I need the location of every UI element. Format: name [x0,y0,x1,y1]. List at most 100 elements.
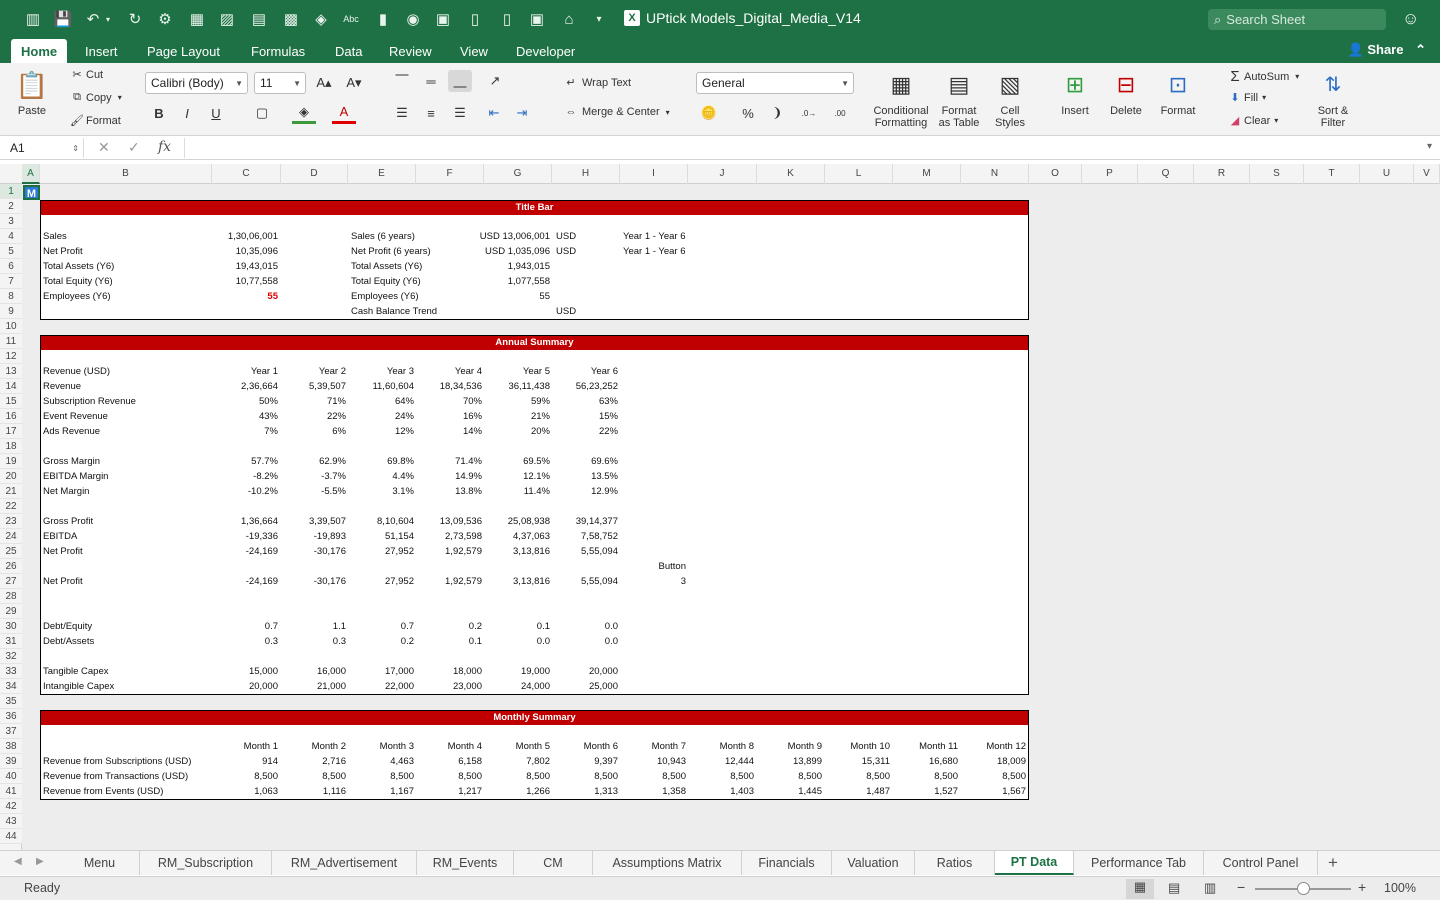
column-header-e[interactable]: E [348,164,416,184]
merge-center-button[interactable]: ⇔ Merge & Center ▾ [560,106,670,118]
column-header-j[interactable]: J [688,164,757,184]
fx-icon[interactable]: fx [158,139,171,155]
decrease-font-icon[interactable]: A▾ [342,72,366,94]
enter-icon[interactable]: ✓ [128,139,140,156]
customize-toolbar-icon[interactable]: ▾ [588,9,610,29]
row-header[interactable]: 39 [0,754,22,769]
home-icon[interactable]: ⌂ [558,9,580,29]
sidebar-toggle-icon[interactable]: ▥ [22,9,44,29]
zoom-slider-handle[interactable] [1297,882,1310,895]
row-header[interactable]: 27 [0,574,22,589]
row-header[interactable]: 37 [0,724,22,739]
scroll-left-icon[interactable]: ◀ [14,856,22,867]
number-format-select[interactable]: General ▼ [696,72,854,94]
feedback-smiley-icon[interactable]: ☺ [1402,9,1419,29]
row-header[interactable]: 36 [0,709,22,724]
font-size-select[interactable]: 11 ▼ [254,72,306,94]
formula-input[interactable] [184,138,1414,158]
increase-font-icon[interactable]: A▴ [312,72,336,94]
row-header[interactable]: 41 [0,784,22,799]
row-header[interactable]: 18 [0,439,22,454]
sheet-tab-assumptions-matrix[interactable]: Assumptions Matrix [593,851,742,875]
autosum-button[interactable]: Σ AutoSum ▾ [1226,68,1299,85]
align-center-icon[interactable]: ≡ [419,102,443,124]
column-header-r[interactable]: R [1194,164,1250,184]
zoom-out-icon[interactable]: − [1237,879,1245,895]
scroll-right-icon[interactable]: ▶ [36,856,44,867]
sheet-tab-financials[interactable]: Financials [742,851,832,875]
quick-access-icon-4[interactable]: ▩ [280,9,302,29]
row-header[interactable]: 26 [0,559,22,574]
fill-button[interactable]: ⬇ Fill ▾ [1226,91,1266,105]
row-header[interactable]: 9 [0,304,22,319]
decrease-indent-icon[interactable]: ⇤ [482,102,506,124]
sheet-tab-rm-advertisement[interactable]: RM_Advertisement [272,851,417,875]
zoom-level[interactable]: 100% [1384,881,1416,895]
row-header[interactable]: 24 [0,529,22,544]
row-header[interactable]: 28 [0,589,22,604]
align-bottom-icon[interactable]: ⎽ [448,70,472,92]
row-header[interactable]: 29 [0,604,22,619]
quick-access-icon-7[interactable]: ◉ [402,9,424,29]
expand-formula-icon[interactable]: ▾ [1427,141,1432,152]
page-layout-view-icon[interactable]: ▤ [1168,880,1180,896]
row-header[interactable]: 4 [0,229,22,244]
clear-button[interactable]: ◢ Clear ▾ [1226,114,1279,128]
tab-developer[interactable]: Developer [506,39,585,63]
sheet-tab-pt-data[interactable]: PT Data [995,851,1074,875]
zoom-in-icon[interactable]: + [1358,879,1366,895]
row-header[interactable]: 40 [0,769,22,784]
cut-button[interactable]: ✂ Cut [68,68,103,82]
column-header-m[interactable]: M [893,164,961,184]
undo-icon[interactable]: ↶ [82,9,104,29]
italic-icon[interactable]: I [175,102,199,124]
sheet-tab-performance-tab[interactable]: Performance Tab [1074,851,1204,875]
column-header-n[interactable]: N [961,164,1029,184]
orientation-icon[interactable]: ↗ [483,70,507,92]
save-icon[interactable]: 💾 [52,9,74,29]
row-header[interactable]: 32 [0,649,22,664]
row-header[interactable]: 14 [0,379,22,394]
align-right-icon[interactable]: ☰ [448,102,472,124]
row-header[interactable]: 15 [0,394,22,409]
quick-access-icon-11[interactable]: ▣ [526,9,548,29]
row-header[interactable]: 42 [0,799,22,814]
column-header-u[interactable]: U [1360,164,1414,184]
row-header[interactable]: 10 [0,319,22,334]
page-break-view-icon[interactable]: ▥ [1204,880,1216,896]
column-header-l[interactable]: L [825,164,893,184]
macro-icon[interactable]: ⚙ [154,9,176,29]
sheet-tab-menu[interactable]: Menu [60,851,140,875]
tab-home[interactable]: Home [11,39,68,63]
column-header-g[interactable]: G [484,164,552,184]
increase-decimal-icon[interactable]: .0→ [797,102,821,124]
redo-icon[interactable]: ↻ [124,9,146,29]
row-header[interactable]: 44 [0,829,22,844]
row-header[interactable]: 6 [0,259,22,274]
row-header[interactable]: 34 [0,679,22,694]
search-input[interactable]: ⌕ Search Sheet [1208,9,1386,30]
copy-button[interactable]: ⧉ Copy ▾ [68,91,122,104]
column-header-c[interactable]: C [212,164,281,184]
row-header[interactable]: 35 [0,694,22,709]
delete-cells-button[interactable]: ⊟ Delete [1103,69,1149,118]
row-header[interactable]: 25 [0,544,22,559]
quick-access-icon-10[interactable]: ▯ [496,9,518,29]
percent-icon[interactable]: % [736,102,760,124]
column-header-s[interactable]: S [1250,164,1304,184]
sheet-tab-valuation[interactable]: Valuation [832,851,915,875]
add-sheet-icon[interactable]: + [1328,853,1338,873]
column-header-p[interactable]: P [1082,164,1138,184]
font-name-select[interactable]: Calibri (Body) ▼ [145,72,248,94]
sheet-tab-ratios[interactable]: Ratios [915,851,995,875]
row-header[interactable]: 3 [0,214,22,229]
row-header[interactable]: 13 [0,364,22,379]
cell-styles-button[interactable]: ▧ Cell Styles [987,69,1033,130]
column-header-f[interactable]: F [416,164,484,184]
column-header-q[interactable]: Q [1138,164,1194,184]
decrease-decimal-icon[interactable]: .00 [828,102,852,124]
row-header[interactable]: 21 [0,484,22,499]
column-header-k[interactable]: K [757,164,825,184]
sheet-tab-cm[interactable]: CM [514,851,593,875]
normal-view-icon[interactable]: ▦ [1126,879,1154,899]
